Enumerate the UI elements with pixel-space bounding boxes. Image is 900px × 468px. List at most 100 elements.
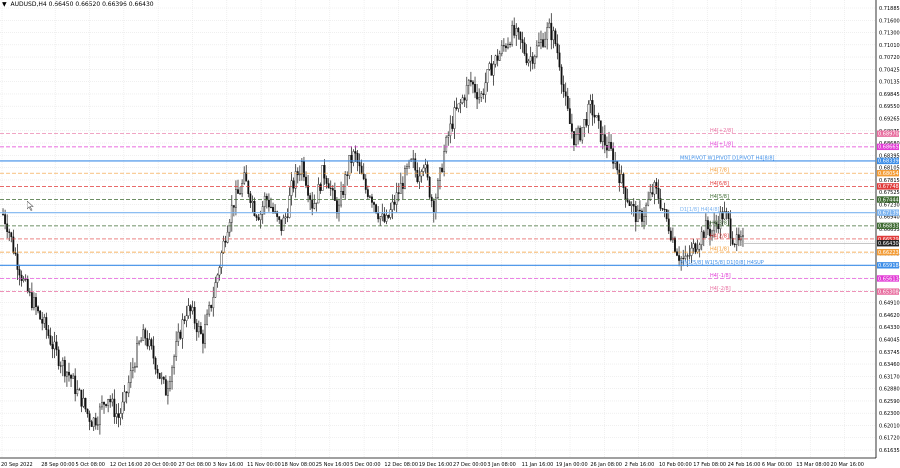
candle-body [222, 240, 225, 254]
candle-body [331, 188, 334, 191]
candle-body [57, 349, 60, 366]
candle-body [39, 310, 42, 320]
candle-body [59, 365, 62, 367]
candle-body [51, 344, 54, 350]
candle-body [8, 231, 11, 233]
candle-body [33, 297, 35, 309]
candle-body [179, 331, 182, 339]
candle-body [53, 341, 56, 350]
candle-body [729, 218, 732, 239]
x-tick-label: 27 Oct 08:00 [178, 462, 211, 468]
candle-body [284, 216, 287, 219]
candle-body [638, 209, 641, 212]
candle-body [245, 172, 248, 182]
candle-body [195, 322, 198, 333]
x-tick-label: 3 Nov 16:00 [213, 462, 244, 468]
candle-body [313, 203, 316, 209]
level-price-text: 0.68665 [878, 145, 899, 151]
candle-body [237, 189, 239, 194]
candle-body [171, 367, 173, 382]
y-tick-label: 0.71885 [879, 6, 900, 12]
candle-body [704, 220, 707, 238]
candle-body [136, 343, 138, 367]
y-tick-label: 0.63170 [879, 374, 900, 380]
candle-body [474, 84, 476, 93]
candle-body [544, 38, 547, 47]
candle-body [164, 379, 167, 396]
candle-body [169, 381, 171, 389]
candle-body [63, 360, 66, 377]
x-tick-label: 6 Mar 00:00 [762, 462, 792, 468]
candle-body [113, 398, 116, 417]
candle-body [142, 329, 145, 341]
candle-body [624, 187, 627, 200]
candle-body [667, 218, 670, 232]
candle-body [445, 136, 448, 152]
y-tick-label: 0.70425 [879, 67, 900, 73]
candle-body [426, 164, 429, 178]
candle-body [455, 107, 458, 109]
candle-body [608, 141, 610, 151]
x-tick-label: 5 Oct 08:00 [76, 462, 105, 468]
candle-body [437, 180, 439, 199]
chart-window[interactable]: ▼ AUDUSD,H4 0.66450 0.66520 0.66396 0.66… [0, 0, 900, 468]
candle-body [181, 319, 184, 339]
level-label: MN1[5/8] W1[5/8] D1[0/8] H4SUP [680, 260, 764, 266]
candle-body [78, 389, 81, 391]
candle-body [134, 366, 136, 368]
candle-body [535, 45, 538, 57]
candle-body [505, 45, 507, 49]
candle-body [150, 339, 153, 347]
x-tick-label: 12 Dec 08:00 [384, 462, 418, 468]
candle-body [482, 93, 485, 95]
candle-body [486, 69, 489, 84]
candle-body [325, 178, 328, 184]
candle-body [657, 188, 660, 199]
candle-body [206, 313, 209, 325]
x-tick-label: 10 Feb 00:00 [659, 462, 692, 468]
candle-body [166, 388, 169, 396]
level-label: H4[6/8] [710, 181, 729, 187]
candle-body [202, 333, 204, 344]
candle-body [430, 196, 433, 202]
candle-body [45, 317, 48, 330]
candle-body [152, 345, 155, 359]
candle-body [404, 168, 406, 189]
candle-body [47, 329, 50, 336]
level-label: H4[7/8] [710, 168, 729, 174]
price-chart[interactable]: 20 Sep 2022 28 Sep 00:00 5 Oct 08:00 12 Oct… [0, 0, 900, 468]
candle-body [441, 167, 443, 172]
candle-body [525, 53, 528, 64]
y-tick-label: 0.64330 [879, 325, 900, 331]
level-label: D1[1/8] H4[4/8] [680, 207, 720, 213]
candle-body [408, 160, 410, 167]
level-price-text: 0.67748 [878, 184, 899, 190]
candle-body [84, 397, 87, 410]
candle-body [507, 43, 509, 49]
candle-body [686, 255, 689, 257]
candle-body [338, 204, 340, 214]
y-tick-label: 0.61720 [879, 436, 900, 442]
candle-body [298, 173, 301, 176]
candle-body [362, 173, 365, 180]
candle-body [218, 267, 221, 276]
candle-body [80, 389, 83, 407]
candle-body [315, 202, 318, 204]
level-price-text: 0.65918 [878, 263, 899, 269]
candle-body [175, 341, 178, 358]
candle-body [183, 319, 186, 321]
candle-body [360, 165, 363, 175]
candle-body [379, 216, 382, 220]
candle-body [212, 297, 215, 309]
candle-body [537, 42, 540, 47]
candle-body [72, 375, 75, 379]
candle-body [630, 204, 633, 206]
candle-body [529, 56, 532, 62]
candle-body [428, 177, 431, 198]
candle-body [294, 171, 297, 189]
level-price-text: 0.68339 [878, 159, 899, 165]
candle-body [344, 174, 347, 195]
candle-body [282, 217, 285, 231]
candle-body [383, 213, 386, 222]
candle-body [478, 97, 481, 100]
